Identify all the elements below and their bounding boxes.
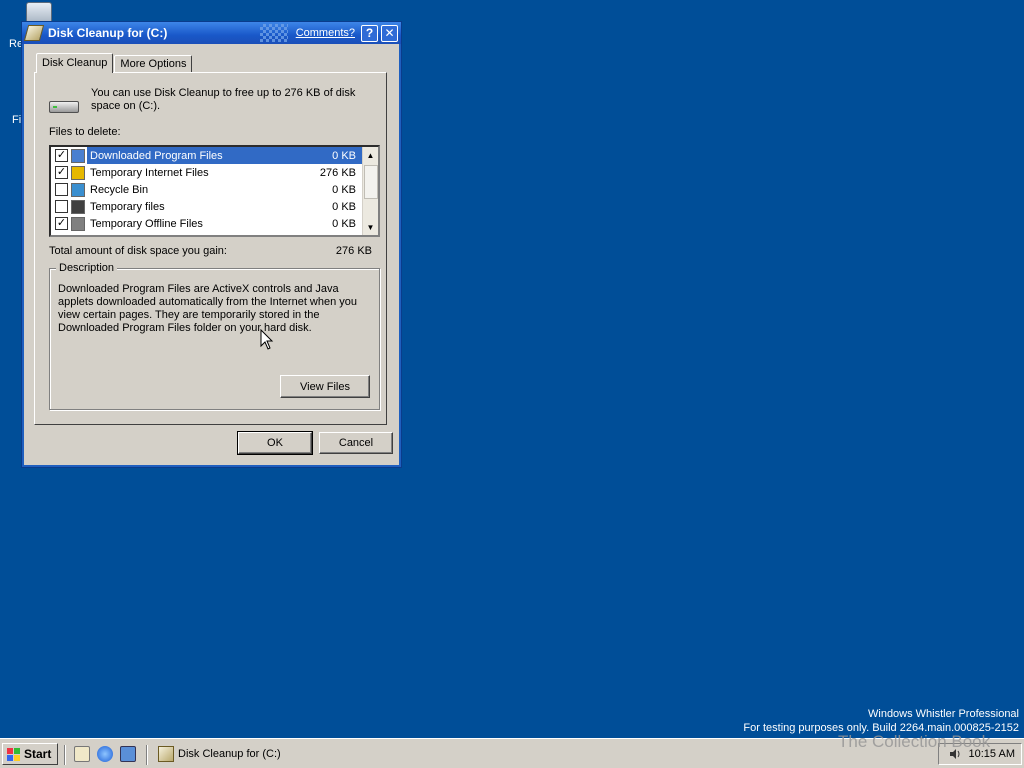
scroll-down-arrow-icon[interactable]: ▼ — [363, 219, 378, 235]
files-to-delete-label: Files to delete: — [49, 126, 121, 138]
show-desktop-icon[interactable] — [74, 746, 90, 762]
description-group: Description Downloaded Program Files are… — [49, 262, 380, 410]
file-checkbox[interactable]: ✓ — [55, 166, 68, 179]
tab-panel: You can use Disk Cleanup to free up to 2… — [34, 72, 387, 425]
ok-button[interactable]: OK — [237, 431, 313, 455]
internet-explorer-icon[interactable] — [97, 746, 113, 762]
taskbar-disk-cleanup-button[interactable]: Disk Cleanup for (C:) — [154, 743, 304, 765]
mouse-cursor-icon — [260, 329, 274, 350]
description-legend: Description — [56, 262, 118, 274]
file-category-size: 0 KB — [332, 183, 356, 196]
file-list-row[interactable]: ✓ Temporary Offline Files 0 KB — [51, 215, 378, 232]
file-checkbox[interactable] — [55, 183, 68, 196]
dialog-title: Disk Cleanup for (C:) — [48, 26, 168, 40]
file-category-size: 276 KB — [319, 166, 356, 179]
file-checkbox[interactable]: ✓ — [55, 149, 68, 162]
task-label: Disk Cleanup for (C:) — [178, 748, 281, 760]
title-pattern — [259, 24, 288, 42]
file-category-name: Temporary Offline Files — [90, 217, 203, 230]
file-category-name: Temporary Internet Files — [90, 166, 209, 179]
desktop-icon-label: Re — [9, 38, 24, 50]
disk-cleanup-icon — [23, 25, 45, 41]
close-button[interactable]: ✕ — [381, 24, 398, 42]
start-label: Start — [24, 747, 52, 761]
build-watermark-line1: Windows Whistler Professional — [868, 708, 1019, 720]
files-list[interactable]: ✓ Downloaded Program Files 0 KB ✓ Temporary … — [49, 145, 380, 237]
disk-cleanup-icon — [158, 746, 174, 762]
file-list-row[interactable]: Temporary files 0 KB — [51, 198, 378, 215]
taskbar-separator — [64, 745, 66, 765]
list-scrollbar[interactable]: ▲ ▼ — [362, 147, 378, 235]
tab-more-options[interactable]: More Options — [114, 55, 193, 73]
file-category-name: Downloaded Program Files — [90, 149, 223, 162]
tab-strip: Disk Cleanup More Options — [36, 53, 193, 73]
title-bar[interactable]: Disk Cleanup for (C:) Comments? ? ✕ — [22, 22, 401, 44]
media-player-icon[interactable] — [120, 746, 136, 762]
tab-disk-cleanup[interactable]: Disk Cleanup — [36, 53, 114, 73]
file-category-icon — [71, 148, 85, 163]
view-files-button[interactable]: View Files — [280, 375, 370, 398]
disk-cleanup-dialog: Disk Cleanup for (C:) Comments? ? ✕ Disk… — [22, 22, 401, 467]
file-list-row[interactable]: ✓ Downloaded Program Files 0 KB — [51, 147, 378, 164]
cancel-button[interactable]: Cancel — [319, 432, 393, 454]
description-text: Downloaded Program Files are ActiveX con… — [58, 283, 358, 334]
file-category-size: 0 KB — [332, 200, 356, 213]
file-list-row[interactable]: Recycle Bin 0 KB — [51, 181, 378, 198]
hard-drive-icon — [49, 101, 79, 113]
help-button[interactable]: ? — [361, 24, 378, 42]
file-category-icon — [71, 216, 85, 231]
file-category-icon — [71, 199, 85, 214]
file-category-size: 0 KB — [332, 217, 356, 230]
total-space-value: 276 KB — [335, 245, 372, 257]
file-category-name: Temporary files — [90, 200, 165, 213]
start-button[interactable]: Start — [2, 743, 58, 765]
file-checkbox[interactable]: ✓ — [55, 217, 68, 230]
intro-text: You can use Disk Cleanup to free up to 2… — [91, 87, 356, 112]
file-category-icon — [71, 182, 85, 197]
file-list-row[interactable]: ✓ Temporary Internet Files 276 KB — [51, 164, 378, 181]
taskbar-separator — [146, 745, 148, 765]
comments-link[interactable]: Comments? — [296, 27, 355, 39]
windows-flag-icon — [7, 747, 21, 761]
desktop-icon-label: Fi — [12, 114, 22, 126]
collection-book-overlay: The Collection Book — [838, 732, 991, 751]
file-checkbox[interactable] — [55, 200, 68, 213]
total-space-label: Total amount of disk space you gain: — [49, 245, 227, 257]
scroll-up-arrow-icon[interactable]: ▲ — [363, 147, 378, 163]
file-category-icon — [71, 165, 85, 180]
file-category-size: 0 KB — [332, 149, 356, 162]
scroll-thumb[interactable] — [364, 165, 378, 199]
file-category-name: Recycle Bin — [90, 183, 149, 196]
